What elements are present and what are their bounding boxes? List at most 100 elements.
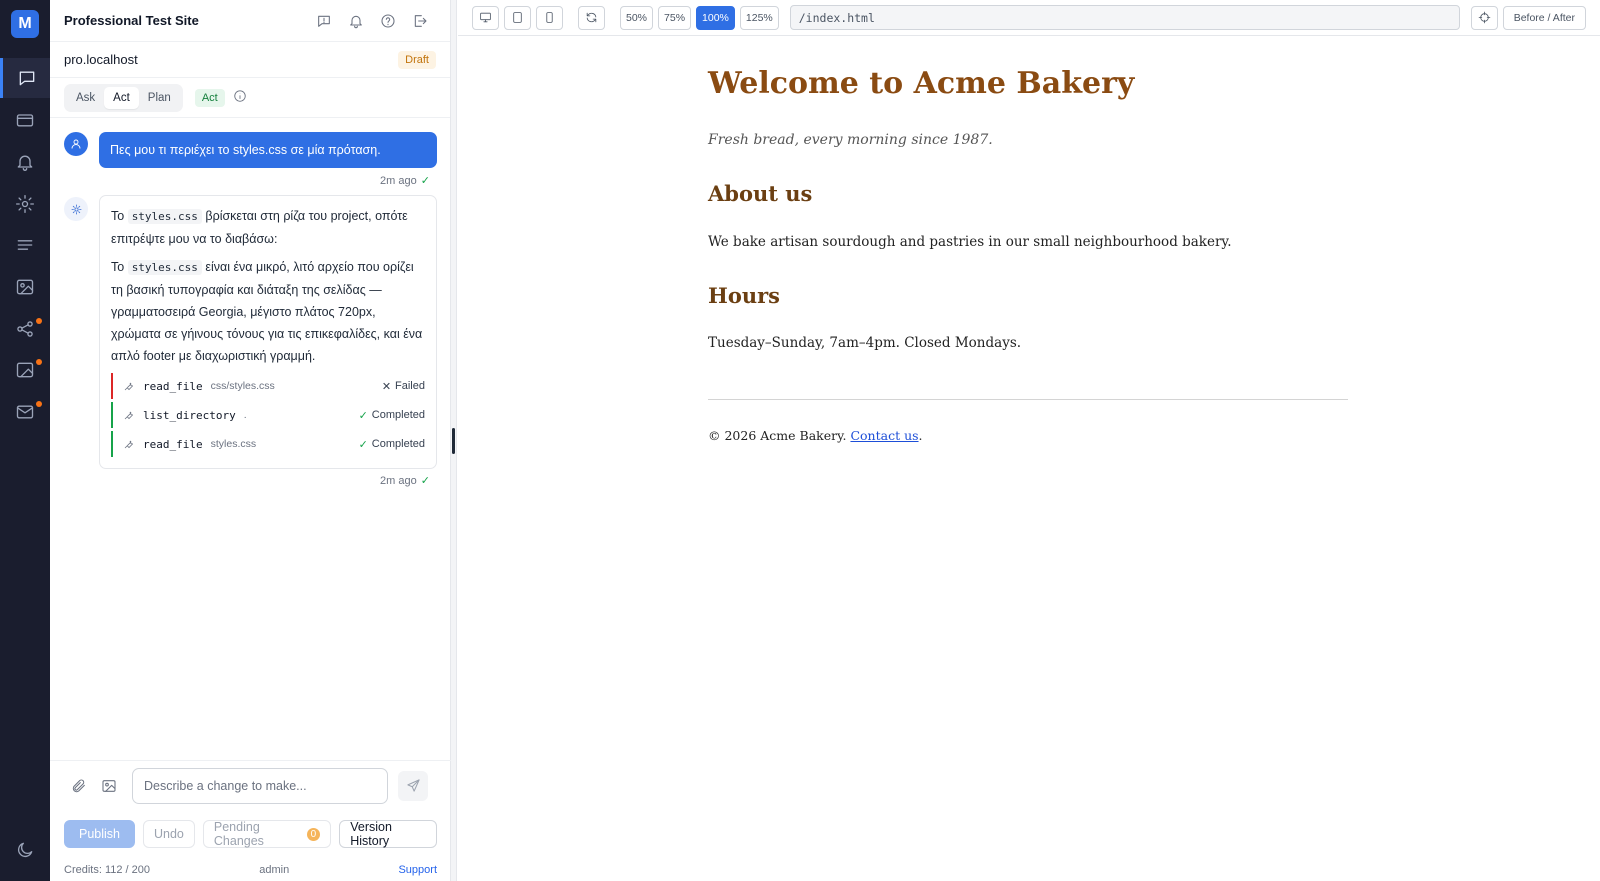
action-bar: Publish Undo Pending Changes 0 Version H… — [50, 817, 451, 851]
assistant-message-time: 2m ago ✓ — [380, 474, 430, 488]
pending-changes-button[interactable]: Pending Changes 0 — [202, 820, 332, 848]
site-row: pro.localhost Draft — [50, 42, 450, 78]
user-name: admin — [259, 864, 290, 876]
undo-button[interactable]: Undo — [143, 820, 195, 848]
status-text: Completed — [371, 409, 425, 421]
contact-link[interactable]: Contact us — [850, 428, 918, 443]
tool-name: list_directory — [143, 408, 236, 422]
text: είναι ένα μικρό, λιτό αρχείο που ορίζει … — [111, 260, 423, 363]
zoom-125-button[interactable]: 125% — [739, 5, 779, 30]
check-icon: ✓ — [358, 409, 368, 422]
site-title: Professional Test Site — [64, 13, 199, 28]
tool-call-row[interactable]: read_file styles.css ✓ Completed — [111, 431, 425, 457]
send-button[interactable] — [398, 770, 428, 801]
mobile-view-button[interactable] — [536, 5, 563, 30]
inline-code: styles.css — [127, 260, 202, 275]
image-upload-icon[interactable] — [94, 778, 124, 794]
bell-nav-icon[interactable] — [0, 142, 50, 182]
panel-splitter[interactable] — [451, 0, 457, 881]
app-logo[interactable]: M — [11, 10, 39, 38]
tool-status: ✕ Failed — [382, 380, 425, 393]
assistant-paragraph: Το styles.css βρίσκεται στη ρίζα του pro… — [111, 205, 425, 250]
help-icon[interactable] — [372, 13, 404, 29]
paperclip-icon[interactable] — [64, 778, 94, 794]
target-button[interactable] — [1470, 5, 1498, 30]
mode-selector: Ask Act Plan — [64, 83, 183, 112]
tool-call-row[interactable]: read_file css/styles.css ✕ Failed — [111, 373, 425, 399]
notification-dot — [36, 401, 42, 407]
mode-row: Ask Act Plan Act — [50, 78, 450, 118]
tool-arg: . — [243, 409, 247, 421]
user-message-time: 2m ago ✓ — [380, 174, 430, 188]
desktop-view-button[interactable] — [472, 5, 499, 30]
preview-divider — [708, 399, 1348, 400]
mode-ask-button[interactable]: Ask — [67, 87, 104, 109]
notification-dot — [36, 359, 42, 365]
wrench-icon — [124, 440, 134, 449]
preview-about-heading: About us — [708, 181, 813, 206]
preview-tagline: Fresh bread, every morning since 1987. — [708, 132, 993, 148]
zoom-75-button[interactable]: 75% — [658, 5, 692, 30]
url-field[interactable]: /index.html — [789, 5, 1460, 30]
preview-footer: © 2026 Acme Bakery. Contact us. — [708, 428, 923, 443]
feedback-icon[interactable] — [308, 13, 340, 29]
bell-icon[interactable] — [340, 13, 372, 29]
mode-pill: Act — [194, 88, 225, 107]
mode-plan-button[interactable]: Plan — [139, 87, 180, 109]
support-link[interactable]: Support — [398, 864, 437, 876]
before-after-button[interactable]: Before / After — [1502, 5, 1586, 30]
preview-hours-text: Tuesday–Sunday, 7am–4pm. Closed Mondays. — [708, 335, 1022, 351]
share-nav-icon[interactable] — [0, 309, 50, 349]
tablet-view-button[interactable] — [504, 5, 531, 30]
panel-header: Professional Test Site — [50, 0, 450, 42]
mail-nav-icon[interactable] — [0, 392, 50, 432]
image-nav-icon[interactable] — [0, 267, 50, 307]
message-input[interactable] — [132, 767, 388, 804]
footer-end: . — [918, 428, 923, 443]
preview-about-text: We bake artisan sourdough and pastries i… — [708, 234, 1232, 250]
crosshair-icon — [1478, 11, 1491, 24]
status-text: Completed — [371, 438, 425, 450]
check-icon: ✓ — [420, 175, 430, 187]
time-text: 2m ago — [380, 174, 417, 187]
phone-icon — [546, 12, 553, 23]
footer-text: © 2026 Acme Bakery. — [708, 428, 851, 443]
list-nav-icon[interactable] — [0, 225, 50, 265]
info-icon[interactable] — [233, 89, 247, 106]
check-icon: ✓ — [420, 475, 430, 487]
refresh-button[interactable] — [578, 5, 605, 30]
panel-footer: Credits: 112 / 200 admin Support — [50, 859, 451, 881]
card-nav-icon[interactable] — [0, 100, 50, 140]
wrench-icon — [124, 382, 134, 391]
text: Το — [111, 209, 128, 223]
tool-name: read_file — [143, 379, 203, 393]
preview-heading: Welcome to Acme Bakery — [708, 66, 1135, 101]
zoom-100-button[interactable]: 100% — [696, 5, 735, 30]
zoom-50-button[interactable]: 50% — [620, 5, 654, 30]
resize-handle[interactable] — [452, 428, 455, 454]
tool-arg: css/styles.css — [210, 380, 275, 392]
gallery-nav-icon[interactable] — [0, 350, 50, 390]
pending-count-badge: 0 — [306, 827, 321, 841]
notification-dot — [36, 318, 42, 324]
mode-act-button[interactable]: Act — [104, 86, 139, 109]
tablet-icon — [513, 12, 522, 23]
tool-call-row[interactable]: list_directory . ✓ Completed — [111, 402, 425, 428]
inline-code: styles.css — [127, 209, 202, 224]
check-icon: ✓ — [358, 438, 368, 451]
moon-icon[interactable] — [0, 830, 50, 870]
publish-button[interactable]: Publish — [64, 820, 135, 848]
version-history-button[interactable]: Version History — [339, 820, 437, 848]
text: Το — [111, 260, 128, 274]
gear-nav-icon[interactable] — [0, 184, 50, 224]
tool-arg: styles.css — [210, 438, 257, 450]
assistant-avatar — [64, 197, 88, 221]
tool-name: read_file — [143, 437, 203, 451]
close-icon: ✕ — [381, 380, 392, 393]
logout-icon[interactable] — [404, 13, 436, 29]
chat-nav-icon[interactable] — [0, 58, 50, 98]
tool-status: ✓ Completed — [359, 409, 425, 422]
monitor-icon — [480, 12, 491, 23]
wrench-icon — [124, 411, 134, 420]
preview-hours-heading: Hours — [708, 283, 781, 308]
